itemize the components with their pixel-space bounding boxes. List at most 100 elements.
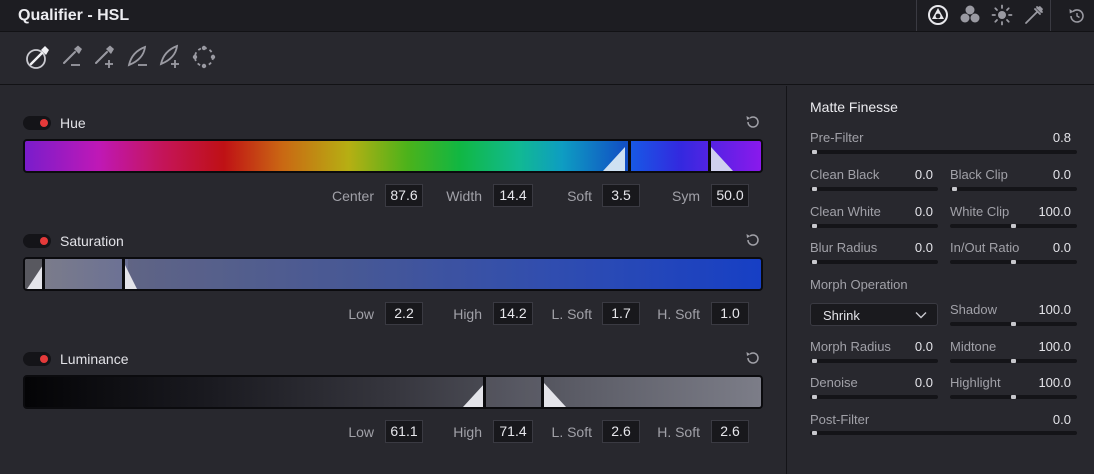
black-clip-value: 0.0 [1052, 167, 1071, 182]
slider-knob[interactable] [812, 395, 817, 399]
morph-operation-dropdown[interactable]: Shrink [810, 303, 938, 326]
saturation-enable-toggle[interactable] [23, 234, 51, 248]
hue-soft-right[interactable] [711, 141, 733, 171]
hue-sym-label: Sym [672, 188, 700, 204]
hue-enable-toggle[interactable] [23, 116, 51, 130]
picker-add-icon[interactable] [92, 44, 118, 70]
morph-radius-slider[interactable] [810, 359, 938, 363]
slider-knob[interactable] [1011, 359, 1016, 363]
hue-low-handle[interactable] [628, 141, 631, 171]
slider-knob[interactable] [1011, 322, 1016, 326]
black-clip-label: Black Clip [950, 167, 1008, 182]
shadow-label: Shadow [950, 302, 997, 317]
luminance-low-label: Low [348, 424, 374, 440]
midtone-label: Midtone [950, 339, 997, 354]
in-out-ratio-slider[interactable] [950, 260, 1077, 264]
slider-knob[interactable] [1011, 224, 1016, 228]
black-clip-slider[interactable] [950, 187, 1077, 191]
saturation-high-field[interactable]: 14.2 [493, 302, 533, 325]
clean-white-value: 0.0 [914, 204, 933, 219]
morph-operation-selected: Shrink [823, 308, 860, 323]
slider-knob[interactable] [1011, 395, 1016, 399]
hue-reset-icon[interactable] [744, 113, 762, 131]
slider-knob[interactable] [1011, 260, 1016, 264]
chevron-down-icon [915, 309, 927, 321]
clean-white-slider[interactable] [810, 224, 938, 228]
saturation-reset-icon[interactable] [744, 231, 762, 249]
highlight-label: Highlight [950, 375, 1001, 390]
denoise-slider[interactable] [810, 395, 938, 399]
saturation-soft-right[interactable] [125, 259, 137, 289]
saturation-dim-right [128, 259, 761, 289]
in-out-ratio-value: 0.0 [1052, 240, 1071, 255]
blur-radius-slider[interactable] [810, 260, 938, 264]
luminance-hsoft-field[interactable]: 2.6 [711, 420, 749, 443]
post-filter-value: 0.0 [1052, 412, 1071, 427]
hue-soft-left[interactable] [603, 141, 625, 171]
hue-sym-field[interactable]: 50.0 [711, 184, 749, 207]
midtone-slider[interactable] [950, 359, 1077, 363]
qualifier-3d-icon[interactable] [1022, 4, 1046, 26]
hue-title: Hue [60, 115, 86, 131]
clean-black-value: 0.0 [914, 167, 933, 182]
hue-width-field[interactable]: 14.4 [493, 184, 533, 207]
qualifier-hsl-icon[interactable] [926, 4, 950, 26]
saturation-low-handle[interactable] [42, 259, 45, 289]
slider-knob[interactable] [952, 187, 957, 191]
saturation-range-bar[interactable] [23, 257, 763, 291]
luminance-enable-toggle[interactable] [23, 352, 51, 366]
slider-knob[interactable] [812, 260, 817, 264]
white-clip-value: 100.0 [1038, 204, 1071, 219]
luminance-range-bar[interactable] [23, 375, 763, 409]
clean-black-slider[interactable] [810, 187, 938, 191]
saturation-hsoft-field[interactable]: 1.0 [711, 302, 749, 325]
toggle-on-dot [40, 119, 48, 127]
saturation-lsoft-field[interactable]: 1.7 [602, 302, 640, 325]
feather-add-icon[interactable] [158, 44, 184, 70]
hue-soft-field[interactable]: 3.5 [602, 184, 640, 207]
saturation-hsoft-label: H. Soft [657, 306, 700, 322]
luminance-high-field[interactable]: 71.4 [493, 420, 533, 443]
in-out-ratio-label: In/Out Ratio [950, 240, 1020, 255]
slider-knob[interactable] [812, 224, 817, 228]
panel-header: Qualifier - HSL [0, 0, 1094, 32]
luminance-hsoft-label: H. Soft [657, 424, 700, 440]
pre-filter-slider[interactable] [810, 150, 1077, 154]
clean-white-label: Clean White [810, 204, 881, 219]
luminance-soft-left[interactable] [463, 377, 485, 407]
slider-knob[interactable] [812, 431, 817, 435]
saturation-soft-left[interactable] [27, 259, 43, 289]
denoise-label: Denoise [810, 375, 858, 390]
reset-icon[interactable] [1066, 5, 1088, 27]
luminance-lsoft-field[interactable]: 2.6 [602, 420, 640, 443]
hsl-ranges-pane: Hue Center 87.6 Width 14.4 Soft 3.5 Sym … [0, 86, 786, 474]
saturation-high-label: High [453, 306, 482, 322]
invert-icon[interactable] [191, 44, 217, 70]
luminance-selected-range [485, 377, 543, 407]
saturation-low-field[interactable]: 2.2 [385, 302, 423, 325]
luminance-reset-icon[interactable] [744, 349, 762, 367]
shadow-value: 100.0 [1038, 302, 1071, 317]
highlight-slider[interactable] [950, 395, 1077, 399]
feather-subtract-icon[interactable] [125, 44, 151, 70]
luminance-high-label: High [453, 424, 482, 440]
hue-center-field[interactable]: 87.6 [385, 184, 423, 207]
slider-knob[interactable] [812, 150, 817, 154]
slider-knob[interactable] [812, 187, 817, 191]
qualifier-rgb-icon[interactable] [958, 4, 982, 26]
luminance-low-field[interactable]: 61.1 [385, 420, 423, 443]
slider-knob[interactable] [812, 359, 817, 363]
qualifier-luma-icon[interactable] [990, 4, 1014, 26]
white-clip-slider[interactable] [950, 224, 1077, 228]
matte-finesse-pane: Matte Finesse Pre-Filter 0.8 Clean Black… [787, 86, 1094, 474]
post-filter-slider[interactable] [810, 431, 1077, 435]
pre-filter-label: Pre-Filter [810, 130, 864, 145]
picker-icon[interactable] [24, 44, 50, 70]
blur-radius-value: 0.0 [914, 240, 933, 255]
luminance-low-handle[interactable] [483, 377, 486, 407]
shadow-slider[interactable] [950, 322, 1077, 326]
saturation-title: Saturation [60, 233, 124, 249]
picker-subtract-icon[interactable] [58, 44, 84, 70]
hue-range-bar[interactable] [23, 139, 763, 173]
luminance-soft-right[interactable] [544, 377, 566, 407]
